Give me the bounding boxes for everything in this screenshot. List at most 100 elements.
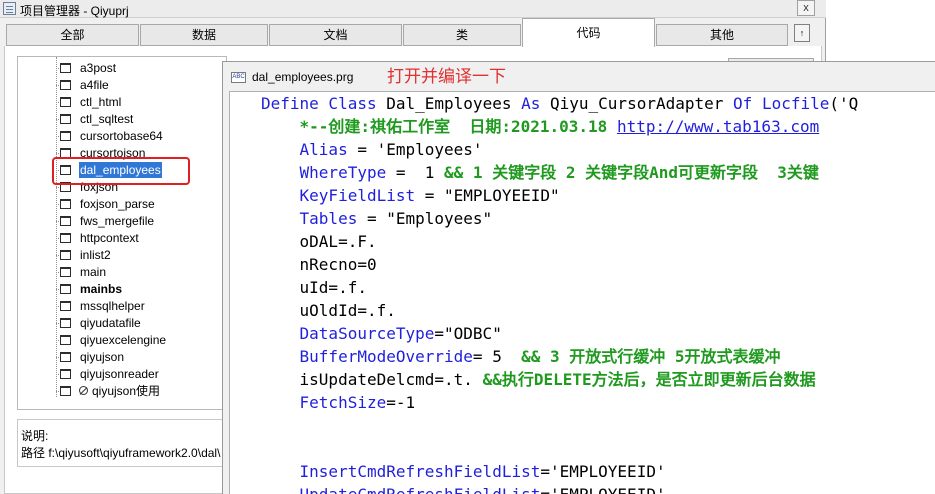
code-token: Of: [733, 94, 762, 113]
program-file-icon: [60, 63, 71, 73]
tree-item-label: cursortobase64: [80, 129, 163, 143]
code-line: uOldId=.f.: [261, 300, 396, 322]
code-link[interactable]: http://www.tab163.com: [617, 117, 819, 136]
tree-item-label: ctl_html: [80, 95, 122, 109]
program-file-icon: [60, 352, 71, 362]
tab-label: 类: [455, 28, 468, 42]
code-line: WhereType = 1 && 1 关键字段 2 关键字段And可更新字段 3…: [261, 162, 819, 184]
code-token: isUpdateDelcmd=.t.: [261, 370, 483, 389]
code-token: = 'Employees': [347, 140, 483, 159]
program-file-icon: [60, 386, 71, 396]
code-token: oDAL=.F.: [261, 232, 377, 251]
tab-label: 全部: [60, 28, 85, 42]
project-manager-titlebar[interactable]: 项目管理器 - Qiyuprj x: [0, 0, 826, 18]
code-token: Alias: [299, 140, 348, 159]
code-token: DataSourceType: [299, 324, 435, 343]
code-editor-titlebar[interactable]: ABC dal_employees.prg 打开并编译一下: [223, 62, 935, 91]
tree-item-label: httpcontext: [80, 231, 139, 245]
tree-guide-line: [56, 57, 57, 397]
code-token: As: [521, 94, 550, 113]
code-token: Define Class: [261, 94, 387, 113]
tree-item-label: a3post: [80, 61, 117, 75]
description-label: 说明:: [21, 429, 49, 443]
code-token: = 1: [386, 163, 445, 182]
code-token: &&执行DELETE方法后，是否立即更新后台数据: [482, 370, 816, 389]
tab-data[interactable]: 数据: [140, 24, 268, 46]
code-line: uId=.f.: [261, 277, 367, 299]
code-token: KeyFieldList: [299, 186, 416, 205]
tree-item-label: qiyudatafile: [80, 316, 141, 330]
code-line: InsertCmdRefreshFieldList='EMPLOYEEID': [261, 461, 666, 483]
compile-annotation: 打开并编译一下: [387, 67, 506, 87]
tree-item-label: fws_mergefile: [80, 214, 155, 228]
code-token: = "EMPLOYEEID": [415, 186, 560, 205]
tab-all[interactable]: 全部: [6, 24, 139, 46]
code-editor-window: ABC dal_employees.prg 打开并编译一下 Define Cla…: [222, 61, 935, 494]
code-line: oDAL=.F.: [261, 231, 377, 253]
code-line: DataSourceType="ODBC": [261, 323, 502, 345]
tree-item-label: qiyujsonreader: [80, 367, 159, 381]
tree-item-label: foxjson_parse: [80, 197, 155, 211]
program-file-icon: [60, 250, 71, 260]
project-manager-icon: [3, 2, 16, 15]
code-token: ('Q: [829, 94, 859, 113]
code-line: Alias = 'Employees': [261, 139, 483, 161]
tab-label: 代码: [576, 26, 601, 40]
tab-other[interactable]: 其他: [656, 24, 788, 46]
code-token: Qiyu_CursorAdapter: [550, 94, 734, 113]
tree-item-label: qiyuexcelengine: [80, 333, 167, 347]
program-file-icon: [60, 114, 71, 124]
code-line: *--创建:祺佑工作室 日期:2021.03.18 http://www.tab…: [261, 116, 820, 138]
tab-label: 数据: [191, 28, 216, 42]
close-icon[interactable]: x: [797, 0, 815, 16]
tree-item-label: ctl_sqltest: [80, 112, 134, 126]
code-line: Tables = "Employees": [261, 208, 493, 230]
window-title: 项目管理器 - Qiyuprj: [20, 4, 129, 18]
tree-item-label: a4file: [80, 78, 109, 92]
tab-label: 文档: [323, 28, 348, 42]
code-token: Tables: [299, 209, 358, 228]
code-token: =-1: [386, 393, 416, 412]
tab-code[interactable]: 代码: [522, 18, 655, 47]
code-token: uId=.f.: [261, 278, 367, 297]
code-token: = "Employees": [357, 209, 493, 228]
code-token: && 1 关键字段 2 关键字段And可更新字段 3关键: [444, 163, 819, 182]
tree-item-label: qiyujson: [80, 350, 125, 364]
code-token: = 5: [472, 347, 522, 366]
selection-highlight-annotation: [52, 157, 190, 185]
code-token: *--创建:祺佑工作室 日期:2021.03.18: [299, 117, 617, 136]
program-file-icon: [60, 80, 71, 90]
tree-item-label: mssqlhelper: [80, 299, 145, 313]
tree-item-label: main: [80, 265, 107, 279]
code-token: Dal_Employees: [386, 94, 522, 113]
tab-classes[interactable]: 类: [403, 24, 521, 46]
code-line: nRecno=0: [261, 254, 377, 276]
code-token: ="ODBC": [434, 324, 502, 343]
program-file-icon: [60, 97, 71, 107]
code-token: nRecno=0: [261, 255, 377, 274]
code-token: && 3 开放式行缓冲 5开放式表缓冲: [521, 347, 781, 366]
code-token: WhereType: [299, 163, 387, 182]
excluded-icon: [79, 386, 88, 395]
tab-scroll-button[interactable]: ↑: [794, 24, 810, 42]
code-line: Define Class Dal_Employees As Qiyu_Curso…: [261, 93, 858, 115]
tree-item-label: qiyujson使用: [92, 384, 161, 398]
tree-item-label: inlist2: [80, 248, 111, 262]
tab-docs[interactable]: 文档: [269, 24, 402, 46]
description-panel: 说明: 路径 f:\qiyusoft\qiyuframework2.0\dal\: [17, 419, 227, 467]
code-token: uOldId=.f.: [261, 301, 396, 320]
program-file-icon: [60, 284, 71, 294]
program-file-icon: [60, 301, 71, 311]
program-file-icon: [60, 369, 71, 379]
code-file-tree[interactable]: a3post a4file ctl_html ctl_sqltest cursortob…: [17, 56, 227, 410]
tab-label: 其他: [709, 28, 734, 42]
code-text-area[interactable]: Define Class Dal_Employees As Qiyu_Curso…: [229, 91, 935, 494]
program-file-icon: [60, 131, 71, 141]
